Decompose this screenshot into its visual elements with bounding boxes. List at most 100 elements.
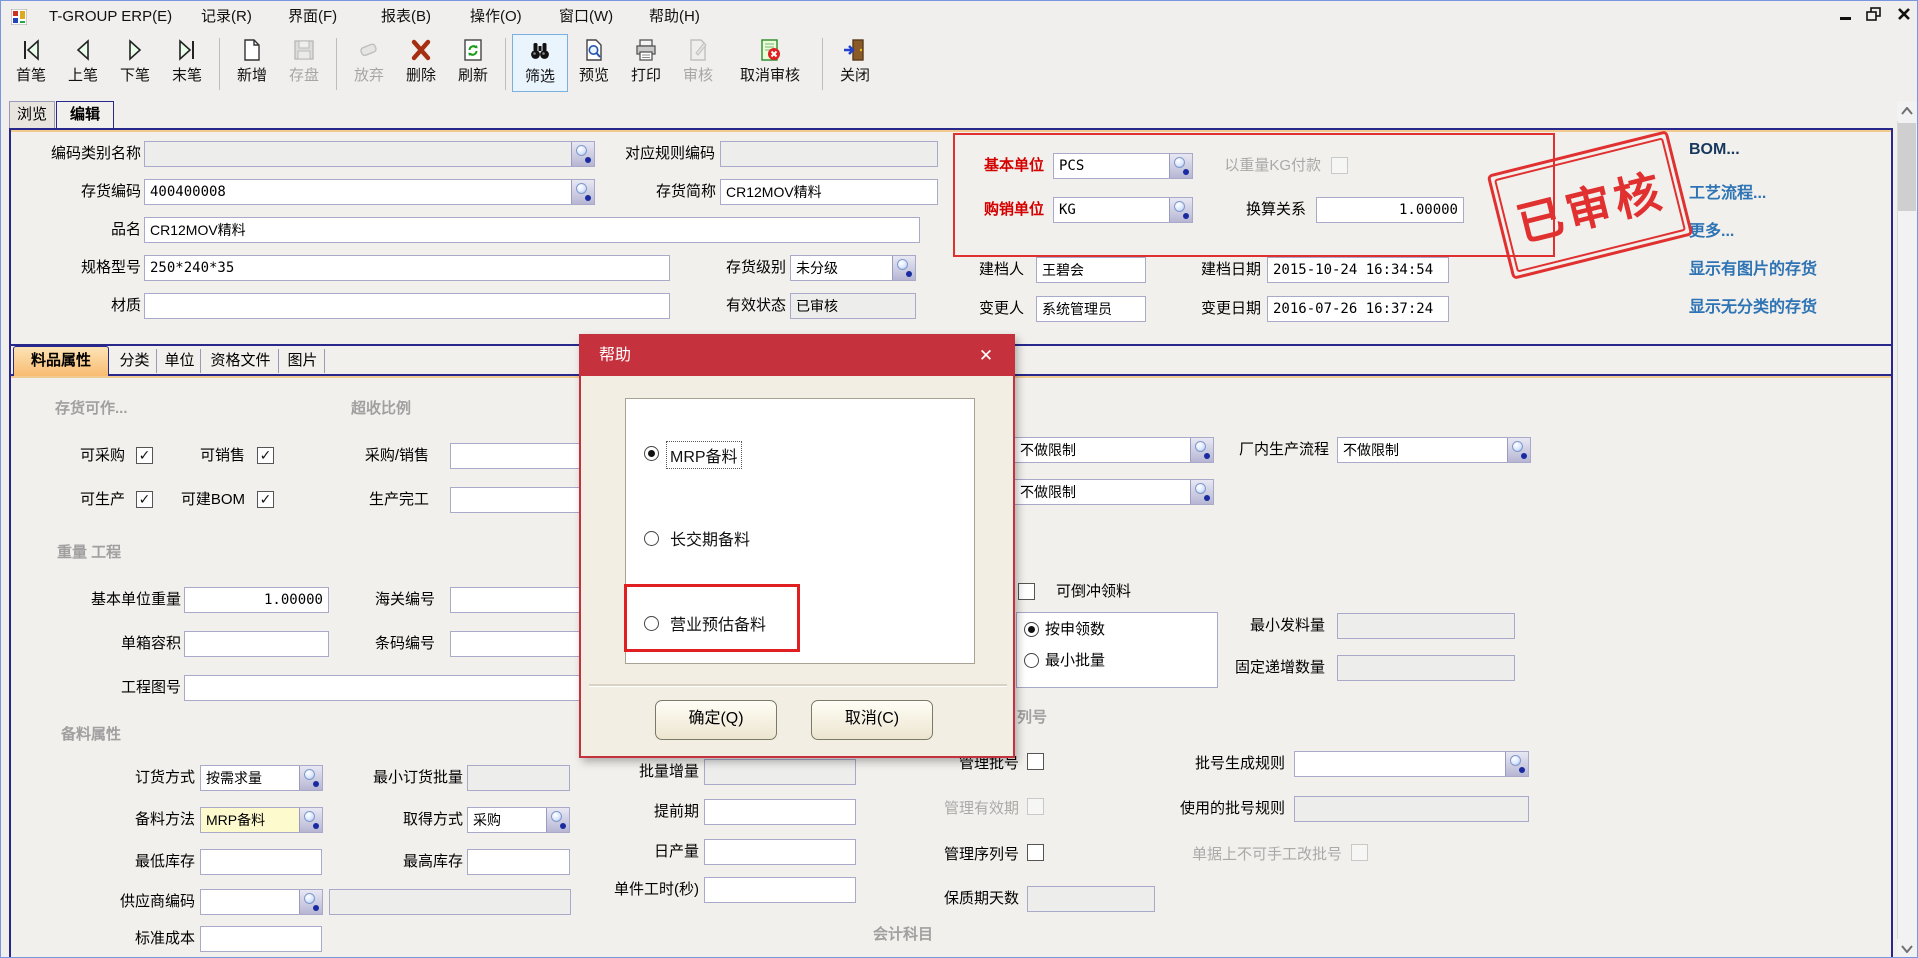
tab-images[interactable]: 图片 bbox=[281, 349, 325, 373]
batch-rule-field[interactable] bbox=[1294, 751, 1529, 777]
link-show-with-image[interactable]: 显示有图片的存货 bbox=[1689, 255, 1817, 279]
dialog-cancel-button[interactable]: 取消(C) bbox=[811, 700, 933, 740]
link-show-uncategorized[interactable]: 显示无分类的存货 bbox=[1689, 293, 1817, 317]
code-category-label: 编码类别名称 bbox=[21, 141, 141, 167]
lookup-icon[interactable] bbox=[892, 256, 915, 280]
last-record-button[interactable]: 末笔 bbox=[161, 34, 213, 92]
min-batch-radio[interactable] bbox=[1024, 653, 1039, 668]
manage-serial-checkbox[interactable] bbox=[1027, 844, 1044, 861]
option-long-lead-label[interactable]: 长交期备料 bbox=[670, 526, 750, 550]
lookup-icon[interactable] bbox=[299, 890, 322, 914]
code-category-field[interactable] bbox=[144, 141, 595, 167]
menu-item-report[interactable]: 报表(B) bbox=[377, 6, 435, 28]
spec-field[interactable]: 250*240*35 bbox=[144, 255, 670, 281]
tab-category[interactable]: 分类 bbox=[113, 349, 157, 373]
close-window-button[interactable] bbox=[1893, 7, 1915, 27]
exit-icon bbox=[842, 37, 868, 63]
delete-button[interactable]: 删除 bbox=[395, 34, 447, 92]
acquire-mode-field[interactable]: 采购 bbox=[467, 807, 570, 833]
prep-method-option-list: MRP备料 长交期备料 营业预估备料 bbox=[625, 398, 975, 664]
unit-weight-field[interactable]: 1.00000 bbox=[184, 587, 329, 613]
backflush-label: 可倒冲领料 bbox=[1056, 579, 1176, 605]
drawing-number-field[interactable] bbox=[184, 675, 614, 701]
purchasable-checkbox[interactable] bbox=[136, 447, 153, 464]
no-limit-field-2[interactable]: 不做限制 bbox=[1014, 479, 1214, 505]
order-mode-field[interactable]: 按需求量 bbox=[200, 765, 323, 791]
filter-button[interactable]: 筛选 bbox=[512, 34, 568, 92]
scroll-up-button[interactable] bbox=[1897, 101, 1917, 121]
scrollbar-thumb[interactable] bbox=[1898, 123, 1916, 211]
name-field[interactable]: CR12MOV精料 bbox=[144, 217, 920, 243]
cancel-audit-button[interactable]: 取消审核 bbox=[724, 34, 816, 92]
option-long-lead-radio[interactable] bbox=[644, 531, 659, 546]
std-cost-field[interactable] bbox=[200, 926, 322, 952]
vertical-scrollbar[interactable] bbox=[1897, 101, 1917, 958]
first-record-button[interactable]: 首笔 bbox=[5, 34, 57, 92]
shelf-life-label: 保质期天数 bbox=[926, 886, 1019, 912]
lookup-icon[interactable] bbox=[1507, 438, 1530, 462]
refresh-button[interactable]: 刷新 bbox=[447, 34, 499, 92]
menu-item-window[interactable]: 窗口(W) bbox=[555, 6, 617, 28]
by-application-radio[interactable] bbox=[1024, 622, 1039, 637]
preview-button[interactable]: 预览 bbox=[568, 34, 620, 92]
prep-attributes-header: 备料属性 bbox=[61, 723, 121, 744]
lookup-icon[interactable] bbox=[299, 766, 322, 790]
lookup-icon[interactable] bbox=[571, 142, 594, 166]
bom-allowed-checkbox[interactable] bbox=[257, 491, 274, 508]
lookup-icon[interactable] bbox=[1190, 438, 1213, 462]
unit-hours-field[interactable] bbox=[704, 877, 856, 903]
short-name-field[interactable]: CR12MOV精料 bbox=[720, 179, 938, 205]
lead-time-field[interactable] bbox=[704, 799, 856, 825]
box-volume-field[interactable] bbox=[184, 631, 329, 657]
restore-button[interactable] bbox=[1863, 7, 1885, 27]
sellable-checkbox[interactable] bbox=[257, 447, 274, 464]
lookup-icon[interactable] bbox=[546, 808, 569, 832]
lookup-icon[interactable] bbox=[299, 808, 322, 832]
item-code-field[interactable]: 400400008 bbox=[144, 179, 595, 205]
link-more[interactable]: 更多... bbox=[1689, 217, 1734, 241]
menu-item-interface[interactable]: 界面(F) bbox=[284, 6, 341, 28]
next-record-button[interactable]: 下笔 bbox=[109, 34, 161, 92]
used-batch-rule-label: 使用的批号规则 bbox=[1156, 796, 1285, 822]
link-process-flow[interactable]: 工艺流程... bbox=[1689, 179, 1766, 203]
tab-edit[interactable]: 编辑 bbox=[56, 101, 114, 128]
option-mrp-radio[interactable] bbox=[644, 446, 659, 461]
no-limit-field-1[interactable]: 不做限制 bbox=[1014, 437, 1214, 463]
print-button[interactable]: 打印 bbox=[620, 34, 672, 92]
menu-item-app[interactable]: T-GROUP ERP(E) bbox=[45, 6, 176, 28]
tab-unit[interactable]: 单位 bbox=[159, 349, 201, 373]
manage-batch-checkbox[interactable] bbox=[1027, 753, 1044, 770]
supplier-code-field[interactable] bbox=[200, 889, 323, 915]
dialog-separator bbox=[589, 684, 1007, 687]
tab-item-attributes[interactable]: 料品属性 bbox=[13, 346, 109, 376]
option-mrp-label[interactable]: MRP备料 bbox=[666, 441, 742, 469]
dialog-ok-button[interactable]: 确定(Q) bbox=[655, 700, 777, 740]
max-stock-field[interactable] bbox=[467, 849, 570, 875]
tab-qualification-files[interactable]: 资格文件 bbox=[203, 349, 279, 373]
audit-button: 审核 bbox=[672, 34, 724, 92]
print-label: 打印 bbox=[631, 64, 661, 85]
lookup-icon[interactable] bbox=[1505, 752, 1528, 776]
backflush-checkbox[interactable] bbox=[1018, 583, 1035, 600]
tab-browse[interactable]: 浏览 bbox=[9, 101, 55, 128]
material-field[interactable] bbox=[144, 293, 670, 319]
dialog-close-icon[interactable]: ✕ bbox=[973, 336, 999, 376]
link-bom[interactable]: BOM... bbox=[1689, 141, 1740, 159]
factory-flow-field[interactable]: 不做限制 bbox=[1337, 437, 1531, 463]
min-stock-field[interactable] bbox=[200, 849, 322, 875]
minimize-button[interactable] bbox=[1835, 7, 1857, 27]
new-button[interactable]: 新增 bbox=[226, 34, 278, 92]
menu-item-record[interactable]: 记录(R) bbox=[197, 6, 256, 28]
daily-output-field[interactable] bbox=[704, 839, 856, 865]
prev-record-button[interactable]: 上笔 bbox=[57, 34, 109, 92]
order-mode-label: 订货方式 bbox=[111, 765, 195, 791]
menu-item-help[interactable]: 帮助(H) bbox=[645, 6, 704, 28]
scroll-down-button[interactable] bbox=[1897, 939, 1917, 958]
prep-method-field[interactable]: MRP备料 bbox=[200, 807, 323, 833]
lookup-icon[interactable] bbox=[1190, 480, 1213, 504]
rule-code-field[interactable] bbox=[720, 141, 938, 167]
grade-field[interactable]: 未分级 bbox=[790, 255, 916, 281]
lookup-icon[interactable] bbox=[571, 180, 594, 204]
exit-button[interactable]: 关闭 bbox=[829, 34, 881, 92]
menu-item-operation[interactable]: 操作(O) bbox=[466, 6, 526, 28]
